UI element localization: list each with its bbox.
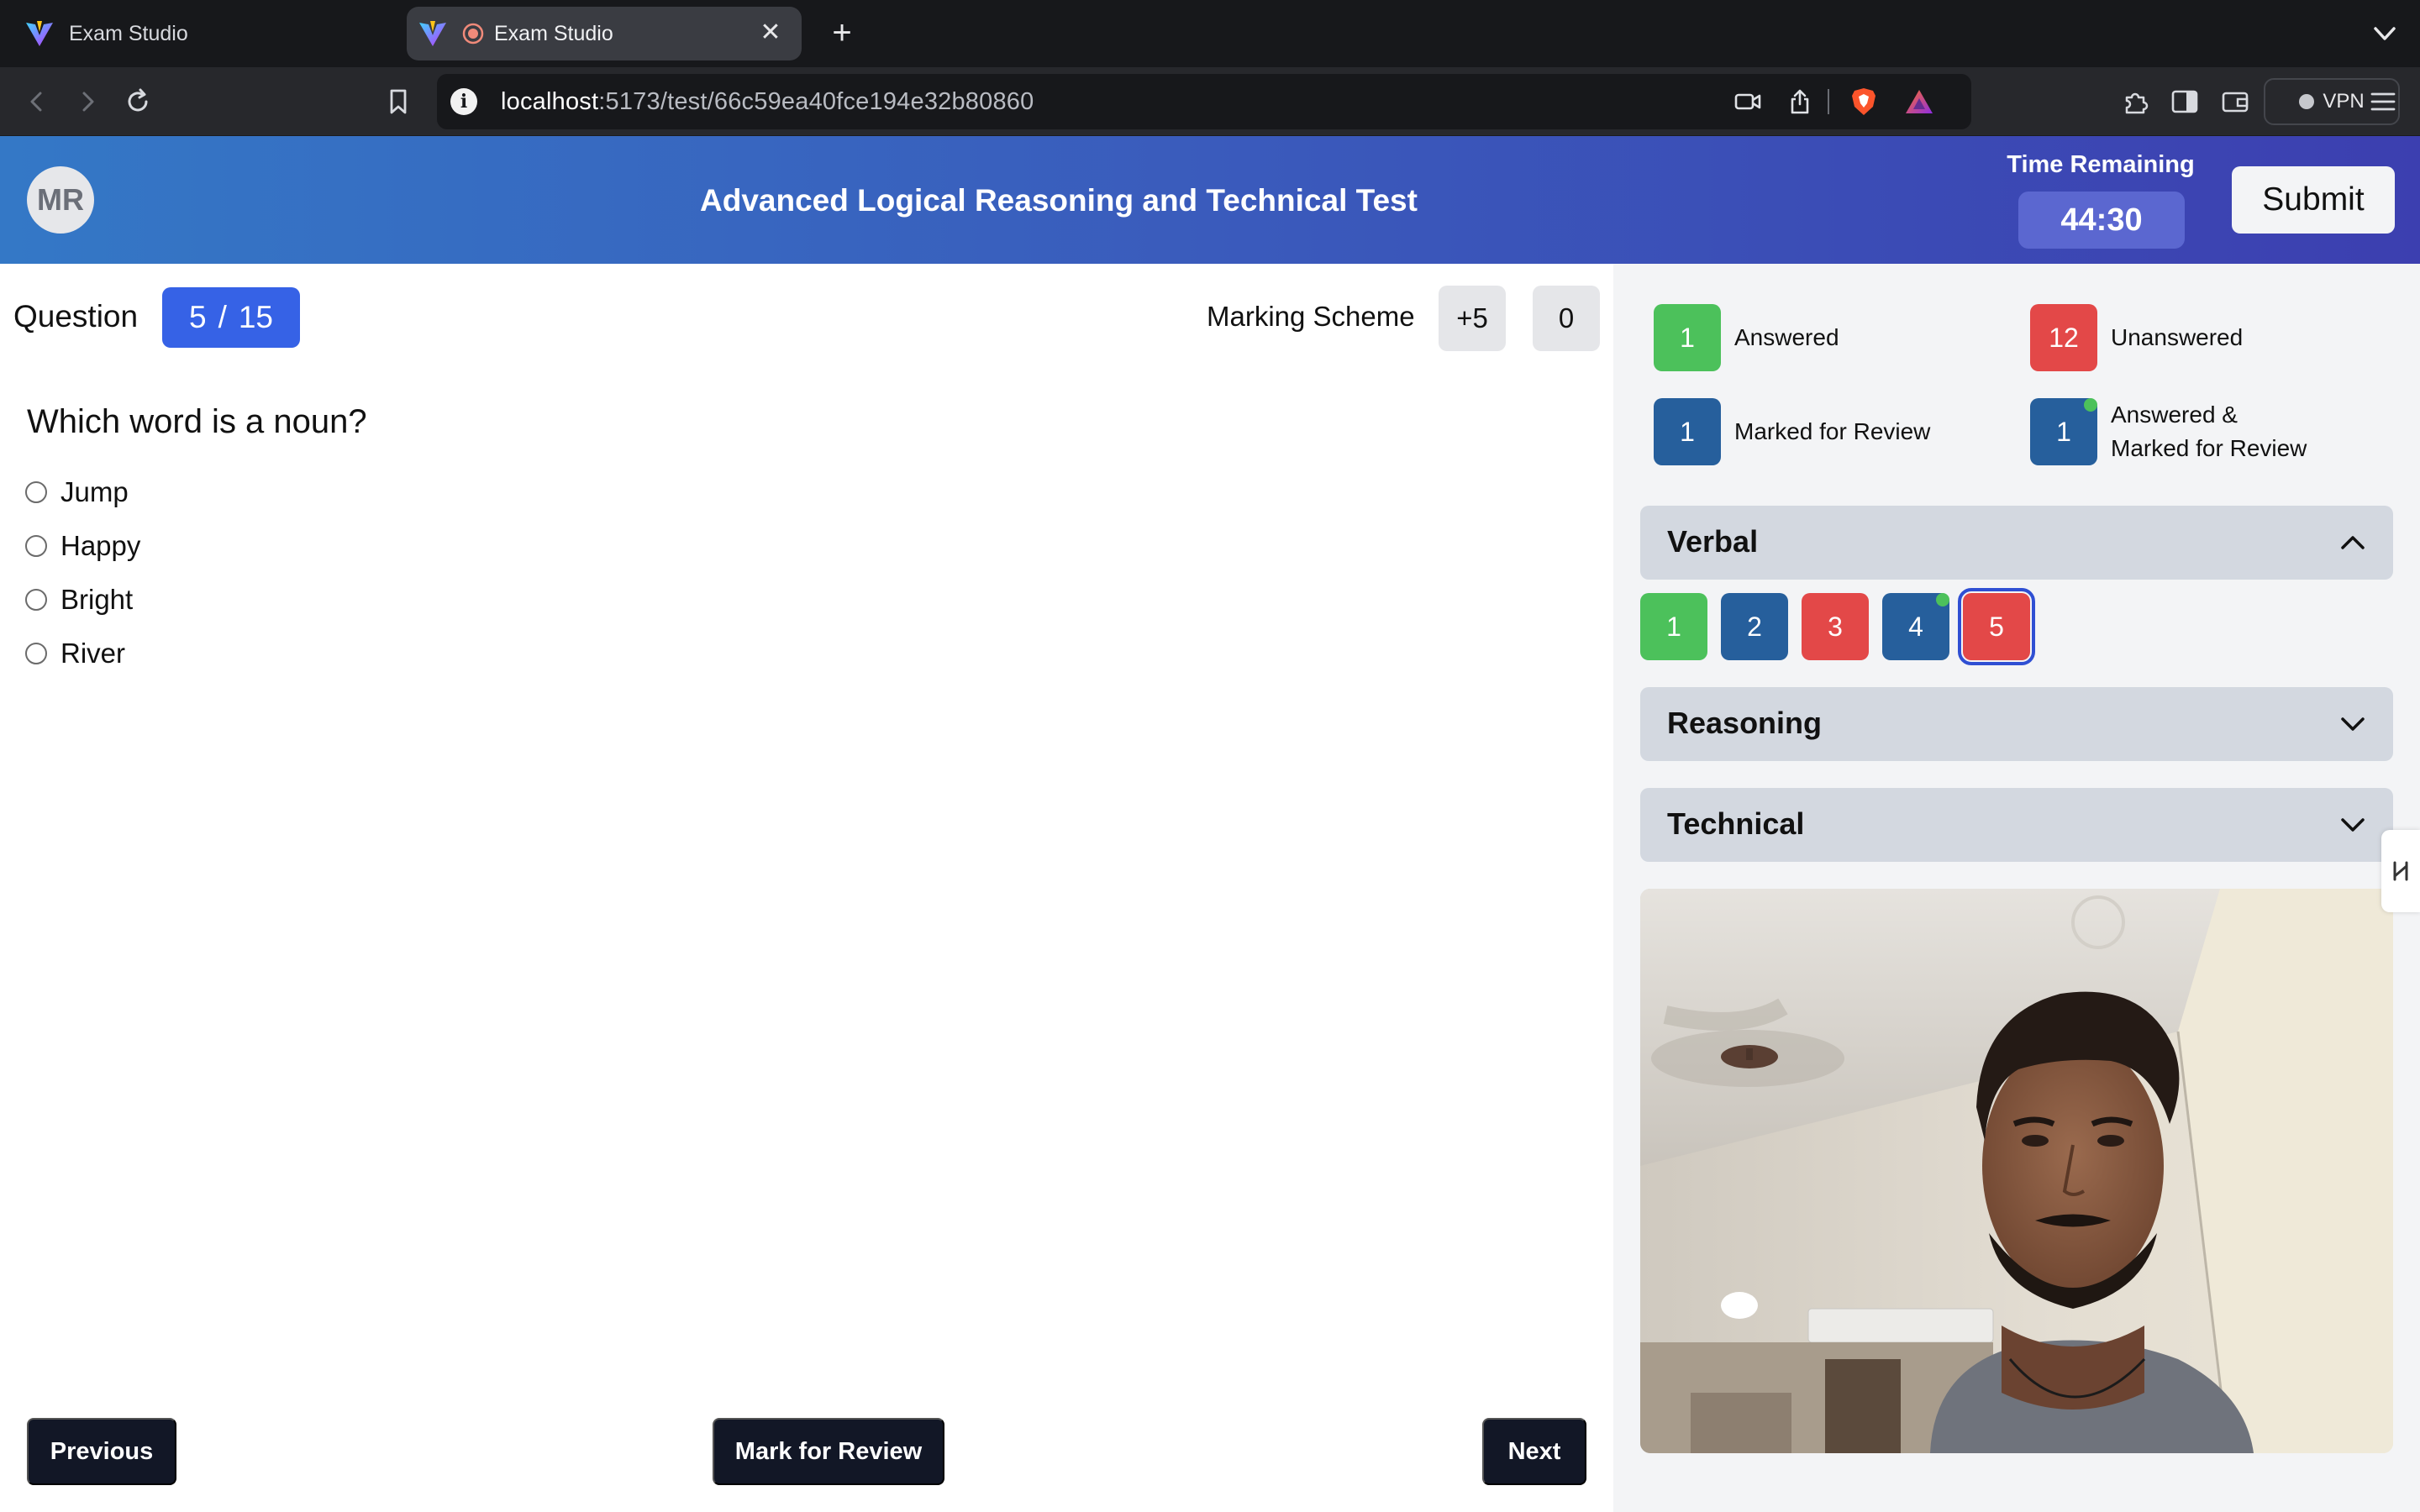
new-tab-icon[interactable]: + (822, 13, 862, 54)
palette-question-3[interactable]: 3 (1802, 593, 1869, 660)
option-label: Happy (60, 530, 141, 561)
mark-for-review-button[interactable]: Mark for Review (713, 1418, 944, 1485)
palette-question-5[interactable]: 5 (1958, 588, 2035, 665)
browser-tab-bar: Exam Studio Exam Studio ✕ + (0, 0, 2420, 67)
url-text[interactable]: localhost:5173/test/66c59ea40fce194e32b8… (501, 88, 1034, 116)
vpn-status-icon (2299, 94, 2315, 109)
option-jump[interactable]: Jump (25, 475, 129, 509)
back-icon[interactable] (18, 83, 55, 120)
address-bar[interactable]: i localhost:5173/test/66c59ea40fce194e32… (437, 74, 1971, 129)
answered-count-badge: 1 (1654, 304, 1721, 371)
toolbar-divider (1827, 87, 1830, 117)
radio-button[interactable] (25, 643, 47, 664)
menu-icon[interactable] (2365, 83, 2402, 120)
browser-tab-title: Exam Studio (69, 21, 188, 45)
camera-in-use-icon[interactable] (1733, 87, 1763, 117)
vpn-label: VPN (2323, 90, 2365, 113)
browser-tab-1[interactable]: Exam Studio (13, 7, 400, 60)
section-title: Reasoning (1667, 706, 1823, 740)
option-label: Jump (60, 476, 129, 507)
palette-question-1[interactable]: 1 (1640, 593, 1707, 660)
side-panel-handle-icon[interactable] (2381, 830, 2420, 912)
marking-scheme-label: Marking Scheme (1207, 301, 1415, 332)
chevron-up-icon[interactable] (2338, 528, 2368, 558)
sidebar-toggle-icon[interactable] (2166, 83, 2203, 120)
option-bright[interactable]: Bright (25, 583, 133, 617)
exam-header: MR Advanced Logical Reasoning and Techni… (0, 136, 2420, 264)
current-question-number: 5 (188, 300, 207, 334)
submit-button[interactable]: Submit (2232, 166, 2395, 234)
option-happy[interactable]: Happy (25, 529, 140, 563)
recording-indicator-icon (462, 23, 484, 45)
previous-button[interactable]: Previous (27, 1418, 176, 1485)
question-text: Which word is a noun? (27, 403, 367, 440)
option-label: Bright (60, 584, 134, 615)
extensions-icon[interactable] (2118, 83, 2154, 120)
counter-separator: / (218, 300, 227, 334)
page-title: Advanced Logical Reasoning and Technical… (700, 183, 1418, 218)
close-tab-icon[interactable]: ✕ (756, 18, 785, 47)
option-label: River (60, 638, 126, 669)
webcam-image (1640, 889, 2393, 1453)
marks-wrong-badge: 0 (1533, 286, 1600, 351)
answered-legend-label: Answered (1734, 324, 1839, 350)
chevron-down-icon[interactable] (2368, 18, 2402, 49)
total-question-count: 15 (238, 300, 273, 334)
wallet-icon[interactable] (2217, 83, 2254, 120)
chevron-down-icon[interactable] (2338, 810, 2368, 840)
brave-rewards-icon[interactable] (1904, 87, 1934, 117)
forward-icon[interactable] (69, 83, 106, 120)
marks-correct-badge: +5 (1439, 286, 1506, 351)
marked-legend-label: Marked for Review (1734, 418, 1931, 444)
next-button[interactable]: Next (1482, 1418, 1586, 1485)
radio-button[interactable] (25, 535, 47, 557)
reload-icon[interactable] (119, 83, 156, 120)
timer-label: Time Remaining (2007, 151, 2195, 178)
section-title: Technical (1667, 806, 1805, 841)
section-title: Verbal (1667, 524, 1759, 559)
palette-question-2[interactable]: 2 (1721, 593, 1788, 660)
webcam-feed (1640, 889, 2393, 1453)
timer-display: 44:30 (2018, 192, 2185, 249)
radio-button[interactable] (25, 589, 47, 611)
browser-tab-2[interactable]: Exam Studio ✕ (407, 7, 802, 60)
section-verbal[interactable]: Verbal (1640, 506, 2393, 580)
marked-count-badge: 1 (1654, 398, 1721, 465)
brave-shields-icon[interactable] (1849, 87, 1879, 117)
answered-indicator-dot (2084, 398, 2097, 412)
browser-toolbar: i localhost:5173/test/66c59ea40fce194e32… (0, 67, 2420, 136)
option-river[interactable]: River (25, 637, 125, 670)
question-label: Question (13, 299, 139, 333)
answered-indicator-dot (1936, 593, 1949, 606)
share-icon[interactable] (1785, 87, 1815, 117)
vite-favicon-icon (26, 21, 53, 46)
unanswered-legend-label: Unanswered (2111, 324, 2244, 350)
vite-favicon-icon (419, 21, 446, 46)
section-technical[interactable]: Technical (1640, 788, 2393, 862)
bookmark-icon[interactable] (380, 83, 417, 120)
browser-tab-title: Exam Studio (494, 21, 613, 45)
radio-button[interactable] (25, 481, 47, 503)
question-counter-badge: 5 / 15 (162, 287, 300, 348)
section-reasoning[interactable]: Reasoning (1640, 687, 2393, 761)
answered-marked-legend-label: Answered & Marked for Review (2111, 402, 2307, 461)
unanswered-count-badge: 12 (2030, 304, 2097, 371)
site-info-icon[interactable]: i (450, 88, 477, 115)
chevron-down-icon[interactable] (2338, 709, 2368, 739)
